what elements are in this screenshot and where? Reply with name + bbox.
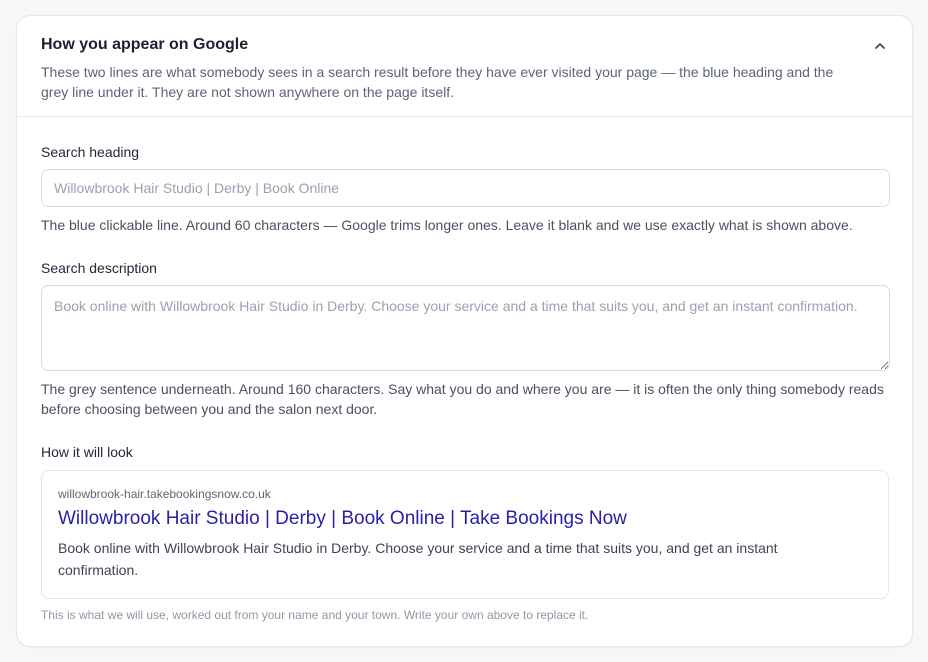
search-result-preview: willowbrook-hair.takebookingsnow.co.uk W… xyxy=(41,470,889,599)
seo-settings-card: How you appear on Google These two lines… xyxy=(16,15,913,647)
card-body: Search heading The blue clickable line. … xyxy=(17,143,912,623)
preview-label: How it will look xyxy=(41,444,133,460)
section-title: How you appear on Google xyxy=(41,36,249,53)
collapse-button[interactable] xyxy=(868,34,892,58)
preview-title-link[interactable]: Willowbrook Hair Studio | Derby | Book O… xyxy=(58,507,872,531)
preview-description: Book online with Willowbrook Hair Studio… xyxy=(58,540,778,578)
search-heading-label: Search heading xyxy=(41,144,140,160)
preview-footnote: This is what we will use, worked out fro… xyxy=(41,608,589,622)
search-description-help: The grey sentence underneath. Around 160… xyxy=(41,381,884,417)
search-description-textarea[interactable] xyxy=(41,285,890,371)
search-description-label: Search description xyxy=(41,260,157,276)
search-heading-help: The blue clickable line. Around 60 chara… xyxy=(41,217,853,233)
chevron-up-icon xyxy=(875,43,885,49)
card-header: How you appear on Google These two lines… xyxy=(17,16,912,117)
search-heading-input[interactable] xyxy=(41,169,890,207)
section-description: These two lines are what somebody sees i… xyxy=(41,64,834,100)
preview-url: willowbrook-hair.takebookingsnow.co.uk xyxy=(58,487,271,501)
